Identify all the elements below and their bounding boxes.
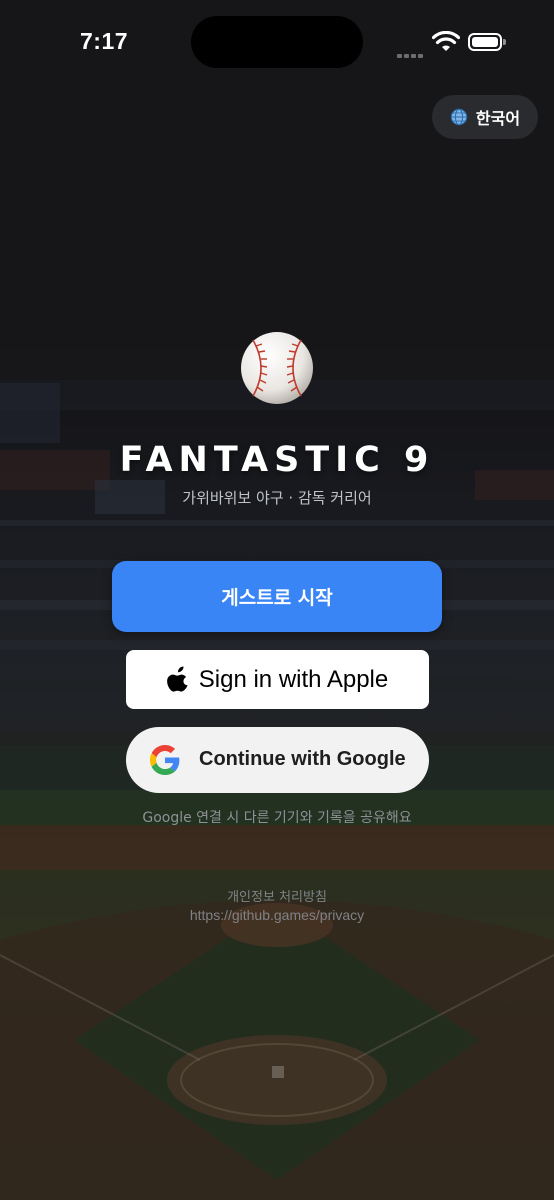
login-screen: 7:17 한국어 FANTASTIC 9 가위바위보 야구 · 감독 커리어 게… xyxy=(0,0,554,1200)
privacy-policy-link[interactable]: 개인정보 처리방침 xyxy=(0,886,554,905)
cellular-signal-icon xyxy=(397,45,425,63)
app-title: FANTASTIC 9 xyxy=(119,440,435,480)
dynamic-island xyxy=(191,16,363,68)
status-time: 7:17 xyxy=(80,28,129,54)
google-sign-in-label: Continue with Google xyxy=(199,748,406,770)
status-bar: 7:17 xyxy=(0,0,554,86)
privacy-policy-url[interactable]: https://github.games/privacy xyxy=(0,907,554,923)
guest-start-button[interactable]: 게스트로 시작 xyxy=(112,561,442,632)
baseball-icon xyxy=(241,332,313,404)
google-sign-in-button[interactable]: Continue with Google xyxy=(126,727,429,793)
guest-start-label: 게스트로 시작 xyxy=(221,587,333,609)
globe-icon xyxy=(450,108,468,126)
apple-sign-in-button[interactable]: Sign in with Apple xyxy=(126,650,429,709)
google-icon xyxy=(150,745,180,775)
language-button[interactable]: 한국어 xyxy=(432,95,538,139)
language-label: 한국어 xyxy=(475,109,521,128)
app-subtitle: 가위바위보 야구 · 감독 커리어 xyxy=(182,489,372,507)
apple-icon xyxy=(166,666,188,692)
apple-sign-in-label: Sign in with Apple xyxy=(198,665,389,693)
battery-nub xyxy=(503,39,506,45)
wifi-icon xyxy=(432,31,460,51)
google-sync-note: Google 연결 시 다른 기기와 기록을 공유해요 xyxy=(142,810,412,826)
battery-icon xyxy=(468,33,502,51)
